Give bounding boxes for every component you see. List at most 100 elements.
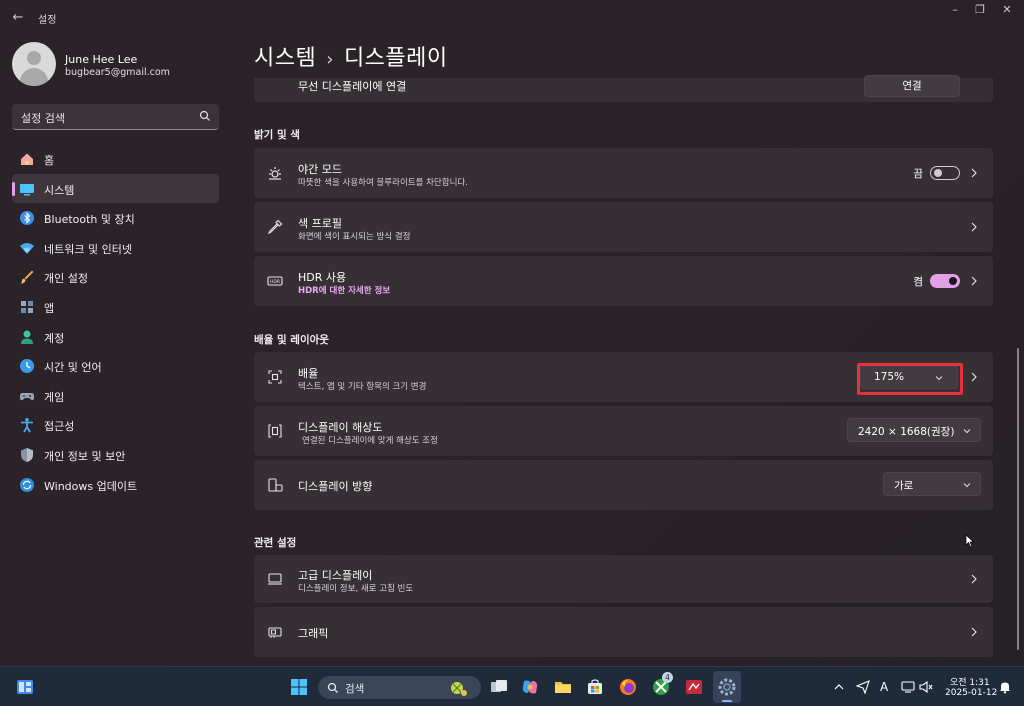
graphics-title: 그래픽 <box>298 627 329 640</box>
sidebar-item-home[interactable]: 홈 <box>12 144 219 174</box>
clock-time[interactable]: 오전 1:31 <box>950 675 990 688</box>
task-view-icon[interactable] <box>489 677 509 697</box>
firefox-icon[interactable] <box>618 677 638 697</box>
game-app-icon[interactable] <box>684 677 704 697</box>
settings-taskbar-button[interactable] <box>713 671 741 703</box>
orientation-value: 가로 <box>894 480 914 492</box>
chevron-down-icon <box>963 429 971 434</box>
color-profile-card[interactable]: 색 프로필 화면에 색이 표시되는 방식 결정 <box>254 202 993 252</box>
search-icon[interactable] <box>199 110 211 122</box>
copilot-icon[interactable] <box>520 677 540 697</box>
graphics-card[interactable]: 그래픽 <box>254 607 993 657</box>
maximize-button[interactable]: ❐ <box>969 2 991 18</box>
breadcrumb-separator: › <box>326 49 334 70</box>
resolution-dropdown[interactable]: 2420 × 1668(권장) <box>847 418 981 442</box>
taskbar: 검색 4 A 오전 1:31 2025-01-12 <box>0 666 1024 706</box>
hdr-toggle[interactable] <box>930 274 960 288</box>
search-highlight-icon <box>451 682 467 696</box>
advanced-display-card[interactable]: 고급 디스플레이 디스플레이 정보, 새로 고침 빈도 <box>254 555 993 603</box>
clock-date[interactable]: 2025-01-12 <box>945 688 997 698</box>
sidebar-item-accessibility[interactable]: 접근성 <box>12 410 219 440</box>
night-light-toggle[interactable] <box>930 166 960 180</box>
sidebar-item-label: Bluetooth 및 장치 <box>44 213 135 227</box>
windows-start-icon[interactable] <box>289 677 309 697</box>
eyedropper-icon <box>267 219 283 235</box>
settings-search-input[interactable]: 설정 검색 <box>12 104 219 130</box>
home-icon <box>21 153 33 165</box>
widgets-icon[interactable] <box>15 677 35 697</box>
advanced-display-subtitle: 디스플레이 정보, 새로 고침 빈도 <box>298 584 414 594</box>
hdr-card[interactable]: HDR HDR 사용 HDR에 대한 자세한 정보 켬 <box>254 256 993 306</box>
sidebar-item-bluetooth[interactable]: Bluetooth 및 장치 <box>12 203 219 233</box>
microsoft-store-icon[interactable] <box>585 677 605 697</box>
sidebar-item-label: 개인 설정 <box>44 272 88 286</box>
chevron-right-icon <box>971 627 977 637</box>
orientation-card: 디스플레이 방향 가로 <box>254 460 993 510</box>
chevron-right-icon <box>971 574 977 584</box>
sidebar-item-time-language[interactable]: 시간 및 언어 <box>12 351 219 381</box>
user-profile[interactable]: June Hee Lee bugbear5@gmail.com <box>12 42 222 88</box>
sidebar-item-windows-update[interactable]: Windows 업데이트 <box>12 470 219 500</box>
search-icon <box>327 682 338 693</box>
night-light-state: 끔 <box>913 168 923 180</box>
location-icon[interactable] <box>855 679 871 695</box>
sidebar-item-label: Windows 업데이트 <box>44 479 138 493</box>
shield-icon <box>21 447 33 462</box>
apps-icon <box>21 300 33 313</box>
display-tray-icon[interactable] <box>900 679 916 695</box>
mouse-cursor-icon <box>965 534 975 548</box>
wireless-display-card: 무선 디스플레이에 연결 연결 <box>254 75 993 102</box>
file-explorer-icon[interactable] <box>553 677 573 697</box>
back-button[interactable]: ← <box>10 10 26 26</box>
hdr-learn-more-link[interactable]: HDR에 대한 자세한 정보 <box>298 284 390 296</box>
hdr-state: 켬 <box>913 276 923 288</box>
sidebar-item-label: 시스템 <box>44 183 75 197</box>
orientation-dropdown[interactable]: 가로 <box>883 472 981 496</box>
sidebar-item-gaming[interactable]: 게임 <box>12 381 219 411</box>
sidebar-item-label: 개인 정보 및 보안 <box>44 449 126 463</box>
chevron-up-icon[interactable] <box>832 680 846 694</box>
color-profile-title: 색 프로필 <box>298 217 342 230</box>
bluetooth-icon <box>20 211 34 226</box>
sidebar-item-system[interactable]: 시스템 <box>12 173 219 204</box>
taskbar-search-label: 검색 <box>345 683 365 695</box>
hdr-icon: HDR <box>267 276 283 286</box>
sidebar-item-accounts[interactable]: 계정 <box>12 322 219 352</box>
orientation-icon <box>268 478 283 492</box>
connect-button[interactable]: 연결 <box>864 75 960 97</box>
time-language-icon <box>20 359 34 374</box>
minimize-button[interactable]: – <box>944 2 966 18</box>
speaker-muted-icon[interactable] <box>918 679 934 695</box>
app-title: 설정 <box>38 15 57 26</box>
section-scale-layout: 배율 및 레이아웃 <box>254 334 329 346</box>
sidebar-item-label: 시간 및 언어 <box>44 361 102 375</box>
gaming-icon <box>20 392 34 400</box>
profile-name: June Hee Lee <box>65 53 138 66</box>
brush-icon <box>21 270 34 284</box>
breadcrumb-parent[interactable]: 시스템 <box>254 46 316 71</box>
close-button[interactable]: ✕ <box>996 2 1018 18</box>
sidebar-item-label: 앱 <box>44 301 55 315</box>
search-placeholder: 설정 검색 <box>21 112 65 125</box>
hdr-title: HDR 사용 <box>298 271 347 284</box>
section-related-settings: 관련 설정 <box>254 537 297 549</box>
highlight-box <box>857 363 963 395</box>
color-profile-subtitle: 화면에 색이 표시되는 방식 결정 <box>298 232 411 242</box>
avatar <box>12 42 56 86</box>
scrollbar[interactable] <box>1017 348 1019 650</box>
night-light-card[interactable]: 야간 모드 따뜻한 색을 사용하여 블루라이트를 차단합니다. 끔 <box>254 148 993 198</box>
taskbar-search[interactable]: 검색 <box>318 676 481 699</box>
sidebar-item-label: 계정 <box>44 331 65 345</box>
sidebar-item-privacy[interactable]: 개인 정보 및 보안 <box>12 440 219 470</box>
sidebar-item-personalization[interactable]: 개인 설정 <box>12 262 219 292</box>
input-method-indicator[interactable]: A <box>880 680 888 694</box>
sidebar-item-label: 접근성 <box>44 420 75 434</box>
chevron-right-icon <box>971 372 977 382</box>
chevron-right-icon <box>971 168 977 178</box>
resolution-card: 디스플레이 해상도 연결된 디스플레이에 맞게 해상도 조정 2420 × 16… <box>254 406 993 456</box>
page-title: 디스플레이 <box>343 46 448 71</box>
title-bar: ← 설정 – ❐ ✕ <box>0 0 1024 34</box>
sidebar-item-apps[interactable]: 앱 <box>12 292 219 322</box>
sidebar-item-network[interactable]: 네트워크 및 인터넷 <box>12 233 219 263</box>
notification-bell-icon[interactable] <box>998 680 1012 694</box>
